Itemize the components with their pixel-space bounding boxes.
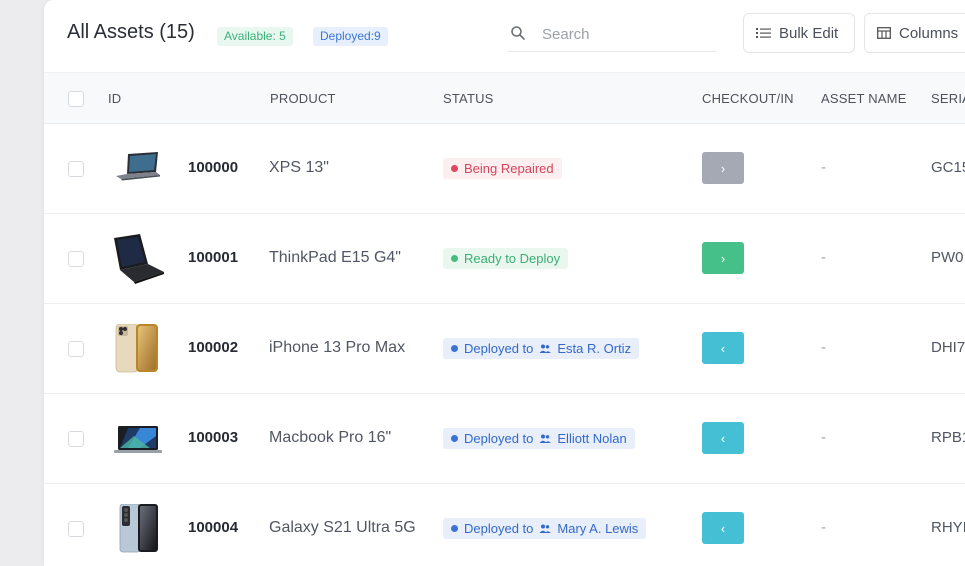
asset-serial: GC15: [931, 159, 965, 176]
asset-name: -: [821, 339, 826, 356]
asset-serial: RHYI: [931, 519, 965, 536]
row-checkbox[interactable]: [68, 431, 84, 447]
page-title: All Assets (15): [67, 21, 195, 43]
asset-id[interactable]: 100004: [188, 519, 238, 536]
asset-product: XPS 13": [269, 159, 329, 176]
search-box[interactable]: [508, 14, 716, 52]
status-dot-icon: [451, 255, 458, 262]
checkin-button[interactable]: ‹: [702, 422, 744, 454]
status-badge: Ready to Deploy: [443, 248, 569, 269]
asset-name: -: [821, 519, 826, 536]
users-icon: [539, 434, 552, 443]
table-row[interactable]: 100002 iPhone 13 Pro Max Deployed to Est…: [44, 304, 965, 394]
column-header-checkout[interactable]: CHECKOUT/IN: [702, 91, 794, 106]
table-row[interactable]: 100000 XPS 13" Being Repaired › - GC15: [44, 124, 965, 214]
status-text: Deployed to: [464, 431, 534, 446]
assets-panel: All Assets (15) Available: 5 Deployed:9 …: [44, 0, 965, 566]
asset-serial: RPB1: [931, 429, 965, 446]
checkin-button[interactable]: ‹: [702, 512, 744, 544]
checkin-button[interactable]: ‹: [702, 332, 744, 364]
checkout-button[interactable]: ›: [702, 152, 744, 184]
row-checkbox[interactable]: [68, 251, 84, 267]
asset-name: -: [821, 429, 826, 446]
deployed-count-badge[interactable]: Deployed:9: [313, 27, 388, 46]
select-all-checkbox[interactable]: [68, 91, 84, 107]
laptop-macbook-icon: [114, 426, 162, 453]
users-icon: [539, 344, 552, 353]
status-dot-icon: [451, 345, 458, 352]
bulk-edit-label: Bulk Edit: [779, 24, 839, 42]
asset-id[interactable]: 100002: [188, 339, 238, 356]
status-badge: Deployed to Elliott Nolan: [443, 428, 635, 449]
columns-button[interactable]: Columns: [864, 13, 965, 53]
column-header-serial[interactable]: SERIA: [931, 91, 965, 106]
column-header-id[interactable]: ID: [108, 91, 121, 106]
column-header-status[interactable]: STATUS: [443, 91, 494, 106]
table-row[interactable]: 100003 Macbook Pro 16" Deployed to Ellio…: [44, 394, 965, 484]
table-row[interactable]: 100001 ThinkPad E15 G4" Ready to Deploy …: [44, 214, 965, 304]
asset-product: Macbook Pro 16": [269, 429, 392, 446]
column-header-asset-name[interactable]: ASSET NAME: [821, 91, 907, 106]
status-badge: Deployed to Esta R. Ortiz: [443, 338, 640, 359]
users-icon: [539, 524, 552, 533]
assets-header: All Assets (15) Available: 5 Deployed:9 …: [44, 0, 965, 72]
asset-id[interactable]: 100000: [188, 159, 238, 176]
asset-product: Galaxy S21 Ultra 5G: [269, 519, 416, 536]
asset-serial: DHI7: [931, 339, 965, 356]
laptop-dell-icon: [116, 152, 160, 181]
asset-id[interactable]: 100001: [188, 249, 238, 266]
row-checkbox[interactable]: [68, 161, 84, 177]
asset-name: -: [821, 159, 826, 176]
columns-label: Columns: [899, 24, 959, 42]
asset-product: ThinkPad E15 G4": [269, 249, 401, 266]
status-badge: Deployed to Mary A. Lewis: [443, 518, 647, 539]
row-checkbox[interactable]: [68, 521, 84, 537]
status-text: Being Repaired: [464, 161, 554, 176]
list-icon: [756, 28, 771, 38]
phone-iphone-icon: [115, 324, 158, 373]
status-text: Deployed to: [464, 341, 534, 356]
table-header: ID PRODUCT STATUS CHECKOUT/IN ASSET NAME…: [44, 72, 965, 124]
phone-galaxy-icon: [119, 504, 158, 553]
laptop-thinkpad-icon: [114, 234, 164, 284]
available-count-badge[interactable]: Available: 5: [217, 27, 293, 46]
table-row[interactable]: 100004 Galaxy S21 Ultra 5G Deployed to M…: [44, 484, 965, 566]
status-badge: Being Repaired: [443, 158, 562, 179]
asset-name: -: [821, 249, 826, 266]
search-input[interactable]: [540, 22, 714, 46]
asset-product: iPhone 13 Pro Max: [269, 339, 406, 356]
status-text: Ready to Deploy: [464, 251, 561, 266]
row-checkbox[interactable]: [68, 341, 84, 357]
columns-icon: [877, 27, 891, 39]
checkout-button[interactable]: ›: [702, 242, 744, 274]
bulk-edit-button[interactable]: Bulk Edit: [743, 13, 855, 53]
status-user-link[interactable]: Mary A. Lewis: [557, 518, 638, 539]
status-text: Deployed to: [464, 521, 534, 536]
status-dot-icon: [451, 435, 458, 442]
status-user-link[interactable]: Esta R. Ortiz: [557, 338, 631, 359]
search-icon: [511, 26, 525, 40]
column-header-product[interactable]: PRODUCT: [270, 91, 336, 106]
asset-serial: PW0: [931, 249, 964, 266]
status-dot-icon: [451, 525, 458, 532]
asset-id[interactable]: 100003: [188, 429, 238, 446]
status-dot-icon: [451, 165, 458, 172]
status-user-link[interactable]: Elliott Nolan: [557, 428, 626, 449]
